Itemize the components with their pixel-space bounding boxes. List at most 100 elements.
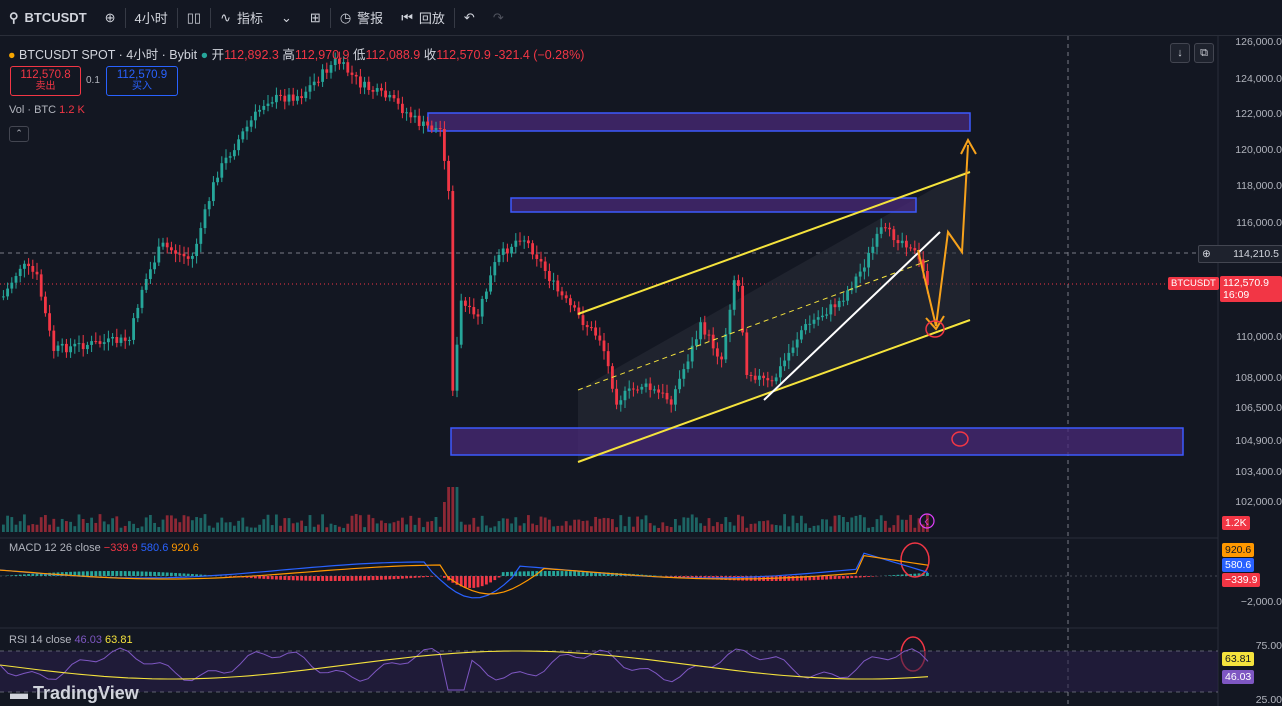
tradingview-logo[interactable]: ▬ TradingView xyxy=(10,683,139,704)
chart-canvas[interactable]: ☇ xyxy=(0,36,1282,706)
candle-body xyxy=(879,227,883,234)
plus-circle-icon: ⊕ xyxy=(1202,248,1211,260)
volume-bar xyxy=(111,518,114,532)
volume-bar xyxy=(144,517,148,532)
candle-body xyxy=(749,374,753,376)
macd-label: MACD 12 26 close xyxy=(9,542,101,554)
volume-bar xyxy=(678,525,681,532)
volume-bar xyxy=(884,520,887,532)
candle-body xyxy=(531,243,534,255)
alert-label: 警报 xyxy=(357,11,384,26)
volume-bar xyxy=(816,525,820,532)
volume-bar xyxy=(69,521,72,532)
volume-bar xyxy=(287,518,291,532)
candle-body xyxy=(552,280,555,282)
candle-body xyxy=(291,94,295,101)
volume-bar xyxy=(241,517,245,532)
volume-bar xyxy=(648,523,652,532)
candle-body xyxy=(212,182,215,202)
macd-histogram-bar xyxy=(913,573,917,576)
layout-button[interactable]: ⊞ xyxy=(301,0,330,35)
collapse-legend-button[interactable]: ⌃ xyxy=(9,126,29,142)
alert-button[interactable]: ◷ 警报 xyxy=(331,0,392,35)
candle-body xyxy=(380,88,383,91)
indicators-button[interactable]: ∿ 指标 xyxy=(211,0,272,35)
volume-bar xyxy=(464,524,467,532)
candle-body xyxy=(816,317,820,320)
volume-bar xyxy=(535,525,539,532)
volume-bar xyxy=(300,520,303,532)
volume-bar xyxy=(611,519,614,532)
candle-body xyxy=(401,103,404,114)
volume-bar xyxy=(745,527,749,532)
candle-body xyxy=(86,344,89,350)
volume-bar xyxy=(657,527,660,532)
volume-bar xyxy=(23,514,26,532)
symbol-search[interactable]: ⚲ BTCUSDT xyxy=(0,0,96,35)
volume-bar xyxy=(753,523,757,532)
macd-histogram-bar xyxy=(270,576,274,580)
candle-body xyxy=(522,240,526,242)
volume-bar xyxy=(564,521,568,532)
volume-bar xyxy=(392,522,396,532)
legend-symbol[interactable]: BTCUSDT SPOT · 4小时 · Bybit xyxy=(19,48,197,62)
price-axis-label: 102,000.0 xyxy=(1235,496,1282,508)
macd-histogram-bar xyxy=(787,576,791,581)
candle-body xyxy=(426,121,429,126)
volume-bar xyxy=(44,515,47,532)
macd-histogram-bar xyxy=(27,574,30,576)
volume-bar xyxy=(522,523,526,532)
macd-histogram-bar xyxy=(329,576,333,581)
macd-histogram-bar xyxy=(346,576,350,581)
candle-body xyxy=(317,81,320,83)
volume-bar xyxy=(716,522,719,532)
volume-bar xyxy=(669,527,673,532)
download-button[interactable]: ↓ xyxy=(1170,43,1190,63)
candles-icon: ▯▯ xyxy=(186,9,202,25)
candle-body xyxy=(518,240,522,242)
interval-button[interactable]: 4小时 xyxy=(126,0,177,35)
candle-body xyxy=(119,337,123,343)
redo-button[interactable]: ↷ xyxy=(484,0,513,35)
volume-bar xyxy=(77,514,81,532)
volume-bar xyxy=(413,524,417,532)
macd-histogram-bar xyxy=(577,571,581,576)
chart-type-button[interactable]: ▯▯ xyxy=(178,0,210,35)
candle-body xyxy=(615,388,618,405)
brand-label: TradingView xyxy=(33,683,139,703)
candle-body xyxy=(665,392,669,400)
add-symbol-button[interactable]: ⊕ xyxy=(96,0,125,35)
candle-body xyxy=(266,103,270,106)
candle-body xyxy=(371,90,375,92)
volume-bar xyxy=(367,514,371,532)
macd-axis-tick: −2,000.0 xyxy=(1240,596,1282,608)
price-axis-label: 116,000.0 xyxy=(1236,217,1282,229)
fullscreen-button[interactable]: ⧉ xyxy=(1194,43,1214,63)
candle-body xyxy=(753,375,757,380)
macd-histogram-bar xyxy=(552,571,555,576)
high-label: 高 xyxy=(282,48,295,62)
volume-bar xyxy=(737,514,740,532)
chevron-down-icon: ⌄ xyxy=(281,9,292,25)
replay-button[interactable]: ⏮ 回放 xyxy=(392,0,454,35)
templates-dropdown[interactable]: ⌄ xyxy=(272,0,301,35)
candle-body xyxy=(191,256,194,259)
macd-histogram-bar xyxy=(308,576,312,581)
macd-histogram-bar xyxy=(153,571,156,576)
volume-bar xyxy=(342,527,345,532)
macd-histogram-bar xyxy=(569,571,572,576)
macd-histogram-bar xyxy=(123,571,127,576)
undo-button[interactable]: ↶ xyxy=(455,0,484,35)
buy-button[interactable]: 112,570.9 买入 xyxy=(106,66,178,96)
macd-histogram-bar xyxy=(178,573,182,576)
macd-tag: 580.6 xyxy=(1222,558,1255,572)
macd-histogram-bar xyxy=(98,571,102,576)
volume-bar xyxy=(346,523,350,532)
candle-body xyxy=(682,369,686,379)
volume-bar xyxy=(132,523,135,532)
candle-body xyxy=(548,271,551,282)
rsi-value: 46.03 xyxy=(74,634,102,646)
volume-bar xyxy=(317,524,320,532)
sell-button[interactable]: 112,570.8 卖出 xyxy=(10,66,81,96)
macd-histogram-bar xyxy=(191,573,194,576)
